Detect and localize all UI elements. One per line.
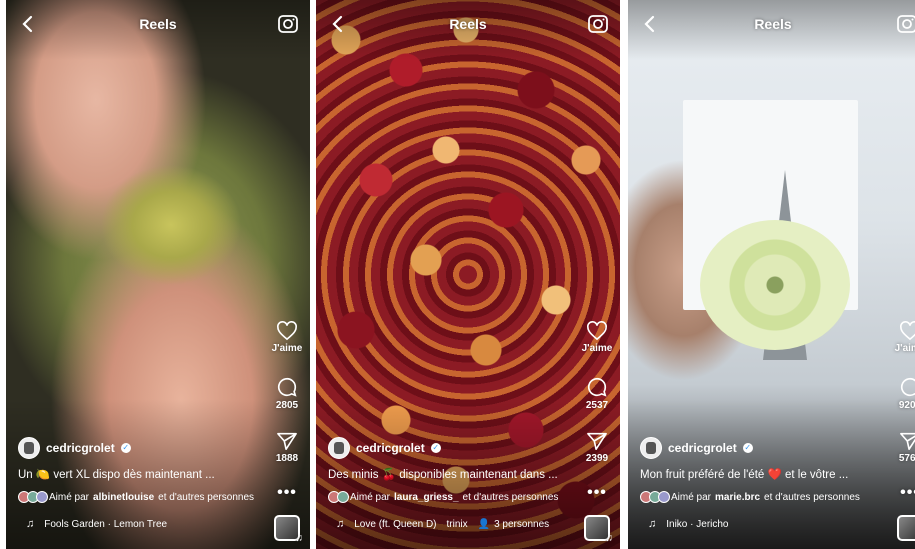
verified-badge-icon: ✓ bbox=[120, 443, 131, 453]
comment-button[interactable]: 2537 bbox=[577, 376, 617, 411]
music-track: Fools Garden · Lemon Tree bbox=[44, 518, 168, 530]
username[interactable]: cedricgrolet bbox=[668, 441, 737, 455]
music-row[interactable]: ♫ Iniko · Jericho bbox=[648, 518, 729, 530]
share-button[interactable]: 2399 bbox=[577, 431, 617, 464]
liked-by[interactable]: Aimé par albinetlouise et d'autres perso… bbox=[18, 491, 254, 503]
username[interactable]: cedricgrolet bbox=[46, 441, 115, 455]
more-icon: ••• bbox=[277, 484, 297, 501]
audio-button[interactable]: ♫ bbox=[890, 515, 915, 541]
music-note-icon: ♫ bbox=[26, 518, 35, 530]
more-button[interactable]: ••• bbox=[890, 484, 915, 502]
heart-icon bbox=[587, 321, 607, 341]
music-note-icon: ♫ bbox=[336, 518, 345, 530]
more-button[interactable]: ••• bbox=[577, 484, 617, 502]
username[interactable]: cedricgrolet bbox=[356, 441, 425, 455]
like-button[interactable]: J'aime bbox=[577, 321, 617, 354]
music-note-icon: ♫ bbox=[605, 533, 614, 544]
liked-by-suffix: et d'autres personnes bbox=[462, 491, 559, 503]
author-row[interactable]: cedricgrolet ✓ bbox=[640, 437, 753, 459]
comment-icon bbox=[277, 377, 297, 397]
more-icon: ••• bbox=[587, 484, 607, 501]
liker-avatars bbox=[328, 491, 349, 503]
pastry bbox=[700, 220, 850, 350]
comment-count: 2805 bbox=[275, 400, 299, 411]
person-icon: 👤 bbox=[477, 518, 491, 530]
author-row[interactable]: cedricgrolet ✓ bbox=[18, 437, 131, 459]
like-label: J'aime bbox=[894, 343, 915, 354]
share-count: 5765 bbox=[898, 453, 915, 464]
liked-by-suffix: et d'autres personnes bbox=[158, 491, 254, 503]
like-button[interactable]: J'aime bbox=[267, 321, 307, 354]
verified-badge-icon: ✓ bbox=[742, 443, 753, 453]
avatar[interactable] bbox=[328, 437, 350, 459]
paper-plane-icon bbox=[587, 432, 607, 450]
music-track: Iniko · Jericho bbox=[666, 518, 729, 530]
heart-icon bbox=[900, 321, 915, 341]
liked-by-user[interactable]: laura_griess_ bbox=[394, 492, 459, 503]
audio-thumbnail: ♫ bbox=[897, 515, 915, 541]
paper-plane-icon bbox=[277, 432, 297, 450]
comment-icon bbox=[900, 377, 915, 397]
share-button[interactable]: 1888 bbox=[267, 431, 307, 464]
reel-screen-3: Reels J'aime 9207 5765 ••• ♫ cedricgrole… bbox=[628, 0, 915, 549]
comment-count: 2537 bbox=[585, 400, 609, 411]
caption[interactable]: Des minis 🍒 disponibles maintenant dans … bbox=[328, 467, 558, 481]
reel-screen-2: Reels J'aime 2537 2399 ••• ♫ cedricgrole… bbox=[316, 0, 620, 549]
avatar[interactable] bbox=[18, 437, 40, 459]
comment-button[interactable]: 9207 bbox=[890, 376, 915, 411]
reel-screen-1: Reels J'aime 2805 1888 ••• ♫ cedricgrole… bbox=[6, 0, 310, 549]
liked-by[interactable]: Aimé par laura_griess_ et d'autres perso… bbox=[328, 491, 558, 503]
camera-icon[interactable] bbox=[277, 13, 299, 35]
page-title: Reels bbox=[754, 16, 792, 32]
music-second-track: trinix bbox=[446, 518, 468, 530]
comment-count: 9207 bbox=[898, 400, 915, 411]
share-count: 2399 bbox=[585, 453, 609, 464]
liker-avatars bbox=[18, 491, 48, 503]
heart-icon bbox=[277, 321, 297, 341]
liked-by[interactable]: Aimé par marie.brc et d'autres personnes bbox=[640, 491, 860, 503]
music-track: Love (ft. Queen D) bbox=[354, 518, 437, 530]
caption[interactable]: Un 🍋 vert XL dispo dès maintenant ... bbox=[18, 467, 215, 481]
comment-icon bbox=[587, 377, 607, 397]
camera-icon[interactable] bbox=[587, 13, 609, 35]
audio-button[interactable]: ♫ bbox=[577, 515, 617, 544]
liked-by-user[interactable]: albinetlouise bbox=[93, 492, 154, 503]
avatar[interactable] bbox=[640, 437, 662, 459]
like-label: J'aime bbox=[581, 343, 613, 354]
like-label: J'aime bbox=[271, 343, 303, 354]
persons-tagged[interactable]: 👤 3 personnes bbox=[478, 519, 550, 530]
more-button[interactable]: ••• bbox=[267, 484, 307, 502]
music-note-icon: ♫ bbox=[648, 518, 657, 530]
music-row[interactable]: ♫ Love (ft. Queen D) trinix 👤 3 personne… bbox=[336, 518, 549, 530]
page-title: Reels bbox=[139, 16, 177, 32]
paper-plane-icon bbox=[900, 432, 915, 450]
persons-count: 3 personnes bbox=[494, 518, 550, 530]
liked-by-prefix: Aimé par bbox=[671, 491, 712, 503]
more-icon: ••• bbox=[900, 484, 915, 501]
music-note-icon: ♫ bbox=[295, 533, 304, 544]
music-row[interactable]: ♫ Fools Garden · Lemon Tree bbox=[26, 518, 167, 530]
caption[interactable]: Mon fruit préféré de l'été ❤️ et le vôtr… bbox=[640, 467, 848, 481]
page-title: Reels bbox=[449, 16, 487, 32]
liked-by-prefix: Aimé par bbox=[49, 491, 90, 503]
liked-by-prefix: Aimé par bbox=[350, 491, 391, 503]
share-count: 1888 bbox=[275, 453, 299, 464]
verified-badge-icon: ✓ bbox=[430, 443, 441, 453]
audio-button[interactable]: ♫ bbox=[267, 515, 307, 544]
audio-thumbnail: ♫ bbox=[584, 515, 613, 544]
author-row[interactable]: cedricgrolet ✓ bbox=[328, 437, 441, 459]
comment-button[interactable]: 2805 bbox=[267, 376, 307, 411]
audio-thumbnail: ♫ bbox=[274, 515, 303, 544]
like-button[interactable]: J'aime bbox=[890, 321, 915, 354]
liker-avatars bbox=[640, 491, 670, 503]
share-button[interactable]: 5765 bbox=[890, 431, 915, 464]
camera-icon[interactable] bbox=[896, 13, 915, 35]
liked-by-suffix: et d'autres personnes bbox=[764, 491, 860, 503]
liked-by-user[interactable]: marie.brc bbox=[715, 492, 760, 503]
